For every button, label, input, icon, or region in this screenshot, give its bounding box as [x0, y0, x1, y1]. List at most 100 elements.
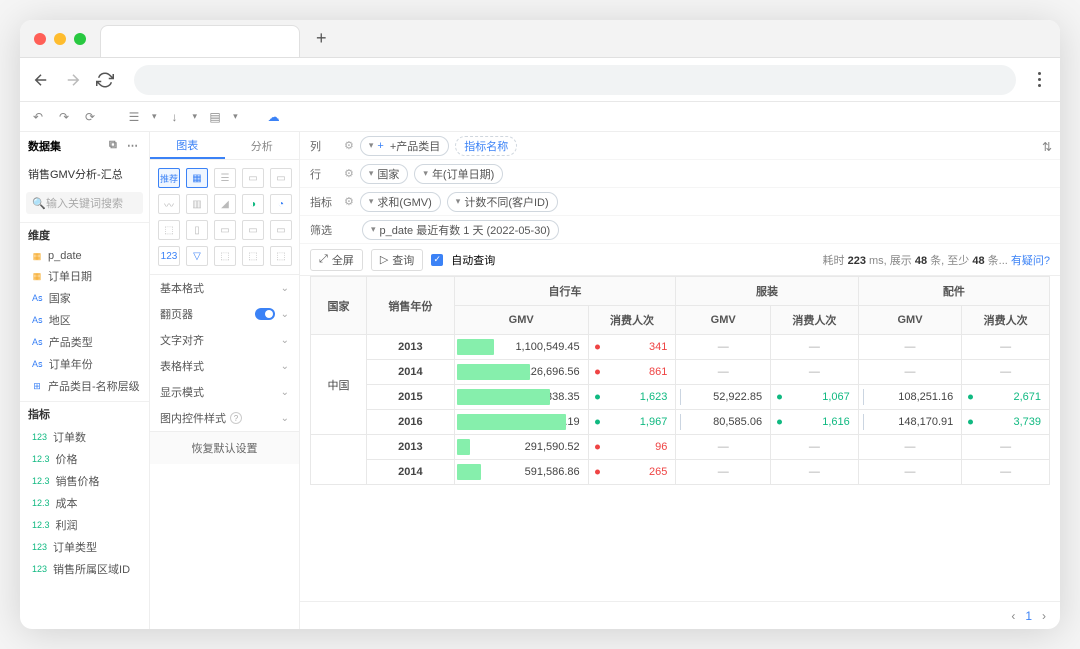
style-option[interactable]: 图内控件样式?⌄	[150, 405, 299, 431]
field-name: 成本	[56, 495, 78, 511]
close-icon[interactable]	[34, 33, 46, 45]
auto-query-checkbox[interactable]: ✓	[431, 254, 443, 266]
field-item[interactable]: 12.3销售价格	[20, 470, 149, 492]
field-item[interactable]: 123订单类型	[20, 536, 149, 558]
url-bar[interactable]	[134, 65, 1016, 95]
list-icon[interactable]: ☰	[126, 109, 142, 125]
field-item[interactable]: ⊞产品类目-名称层级	[20, 375, 149, 397]
chart-type-pie[interactable]: ◑	[242, 194, 264, 214]
dataset-name[interactable]: 销售GMV分析-汇总	[20, 160, 149, 188]
cell-count: 861	[588, 360, 676, 385]
chart-type-table[interactable]: ▦	[186, 168, 208, 188]
metric-chip-gmv[interactable]: ▾求和(GMV)	[360, 192, 441, 212]
chart-type-4[interactable]: ⬚	[158, 220, 180, 240]
chevron-down-icon: ⌄	[281, 335, 289, 346]
browser-menu-icon[interactable]	[1030, 72, 1048, 87]
chart-type-2[interactable]: ▭	[242, 168, 264, 188]
undo-icon[interactable]: ↶	[30, 109, 46, 125]
chart-type-area[interactable]: ◢	[214, 194, 236, 214]
chart-type-9[interactable]: ⬚	[214, 246, 236, 266]
toggle-switch[interactable]	[255, 308, 275, 320]
style-option[interactable]: 基本格式⌄	[150, 275, 299, 301]
refresh-icon[interactable]: ⟳	[82, 109, 98, 125]
field-name: 产品类目-名称层级	[48, 378, 140, 394]
field-item[interactable]: Aꜱ订单年份	[20, 353, 149, 375]
config-panel: 图表 分析 推荐 ▦ ☰ ▭ ▭ 〰 ▥ ◢ ◑ ◔ ⬚ ▯ ▭ ▭ ▭ 123…	[150, 132, 300, 629]
save-icon[interactable]: ▤	[207, 109, 223, 125]
back-icon[interactable]	[32, 71, 50, 89]
reset-defaults-button[interactable]: 恢复默认设置	[150, 431, 299, 464]
column-chip[interactable]: ▾++产品类目	[360, 136, 449, 156]
field-item[interactable]: 123销售所属区域ID	[20, 558, 149, 580]
result-table: 国家 销售年份 自行车 服装 配件 GMV 消费人次 GMV 消费人次 GMV	[310, 276, 1050, 485]
metric-name-chip[interactable]: 指标名称	[455, 136, 517, 156]
field-item[interactable]: 12.3成本	[20, 492, 149, 514]
chart-type-funnel[interactable]: ▽	[186, 246, 208, 266]
help-link[interactable]: 有疑问?	[1011, 255, 1050, 267]
chart-type-1[interactable]: ☰	[214, 168, 236, 188]
more-icon[interactable]: ⋯	[127, 139, 141, 153]
chart-type-line[interactable]: 〰	[158, 194, 180, 214]
browser-tab[interactable]	[100, 25, 300, 57]
chart-type-7[interactable]: ▭	[242, 220, 264, 240]
field-item[interactable]: ▦p_date	[20, 247, 149, 265]
chart-type-10[interactable]: ⬚	[242, 246, 264, 266]
prev-page-button[interactable]: ‹	[1011, 609, 1015, 623]
chart-type-6[interactable]: ▭	[214, 220, 236, 240]
field-item[interactable]: 123订单数	[20, 426, 149, 448]
style-option[interactable]: 显示模式⌄	[150, 379, 299, 405]
redo-icon[interactable]: ↷	[56, 109, 72, 125]
field-search[interactable]: 🔍 输入关键词搜索	[26, 192, 143, 214]
fullscreen-button[interactable]: ⤢ 全屏	[310, 249, 363, 271]
table-container[interactable]: 国家 销售年份 自行车 服装 配件 GMV 消费人次 GMV 消费人次 GMV	[300, 276, 1060, 601]
field-name: 销售价格	[56, 473, 100, 489]
option-label: 翻页器	[160, 306, 193, 322]
query-button[interactable]: ▷ 查询	[371, 249, 423, 271]
gear-icon[interactable]: ⚙	[344, 195, 354, 208]
field-type-icon: Aꜱ	[30, 337, 45, 348]
help-icon[interactable]: ?	[230, 412, 242, 424]
field-item[interactable]: Aꜱ产品类型	[20, 331, 149, 353]
download-icon[interactable]: ↓	[167, 109, 183, 125]
field-item[interactable]: 12.3价格	[20, 448, 149, 470]
chart-type-bar[interactable]: ▥	[186, 194, 208, 214]
cloud-icon[interactable]: ☁	[266, 109, 282, 125]
cell-count: 1,616	[771, 410, 859, 435]
next-page-button[interactable]: ›	[1042, 609, 1046, 623]
field-type-icon: Aꜱ	[30, 359, 45, 370]
field-type-icon: 12.3	[30, 454, 52, 464]
style-option[interactable]: 文字对齐⌄	[150, 327, 299, 353]
forward-icon[interactable]	[64, 71, 82, 89]
copy-icon[interactable]: ⧉	[109, 139, 123, 153]
tab-chart[interactable]: 图表	[150, 132, 225, 159]
chart-type-11[interactable]: ⬚	[270, 246, 292, 266]
style-option[interactable]: 翻页器⌄	[150, 301, 299, 327]
pager: ‹ 1 ›	[300, 601, 1060, 629]
maximize-icon[interactable]	[74, 33, 86, 45]
row-chip-country[interactable]: ▾国家	[360, 164, 409, 184]
chart-type-8[interactable]: ▭	[270, 220, 292, 240]
chart-type-gauge[interactable]: ◔	[270, 194, 292, 214]
field-item[interactable]: ▦订单日期	[20, 265, 149, 287]
metric-chip-customers[interactable]: ▾计数不同(客户ID)	[447, 192, 558, 212]
field-item[interactable]: Aꜱ国家	[20, 287, 149, 309]
chart-type-5[interactable]: ▯	[186, 220, 208, 240]
chart-type-number[interactable]: 123	[158, 246, 180, 266]
gear-icon[interactable]: ⚙	[344, 139, 354, 152]
style-option[interactable]: 表格样式⌄	[150, 353, 299, 379]
minimize-icon[interactable]	[54, 33, 66, 45]
field-type-icon: 123	[30, 542, 49, 552]
filter-chip[interactable]: ▾p_date 最近有数 1 天 (2022-05-30)	[362, 220, 559, 240]
field-item[interactable]: Aꜱ地区	[20, 309, 149, 331]
cell-empty: —	[858, 460, 962, 485]
reload-icon[interactable]	[96, 71, 114, 89]
search-icon: 🔍	[32, 197, 42, 210]
new-tab-button[interactable]: +	[316, 28, 327, 49]
chart-type-3[interactable]: ▭	[270, 168, 292, 188]
gear-icon[interactable]: ⚙	[344, 167, 354, 180]
swap-icon[interactable]: ⇅	[1042, 140, 1052, 154]
field-item[interactable]: 12.3利润	[20, 514, 149, 536]
chart-type-recommend[interactable]: 推荐	[158, 168, 180, 188]
tab-analysis[interactable]: 分析	[225, 132, 300, 159]
row-chip-year[interactable]: ▾年(订单日期)	[414, 164, 503, 184]
